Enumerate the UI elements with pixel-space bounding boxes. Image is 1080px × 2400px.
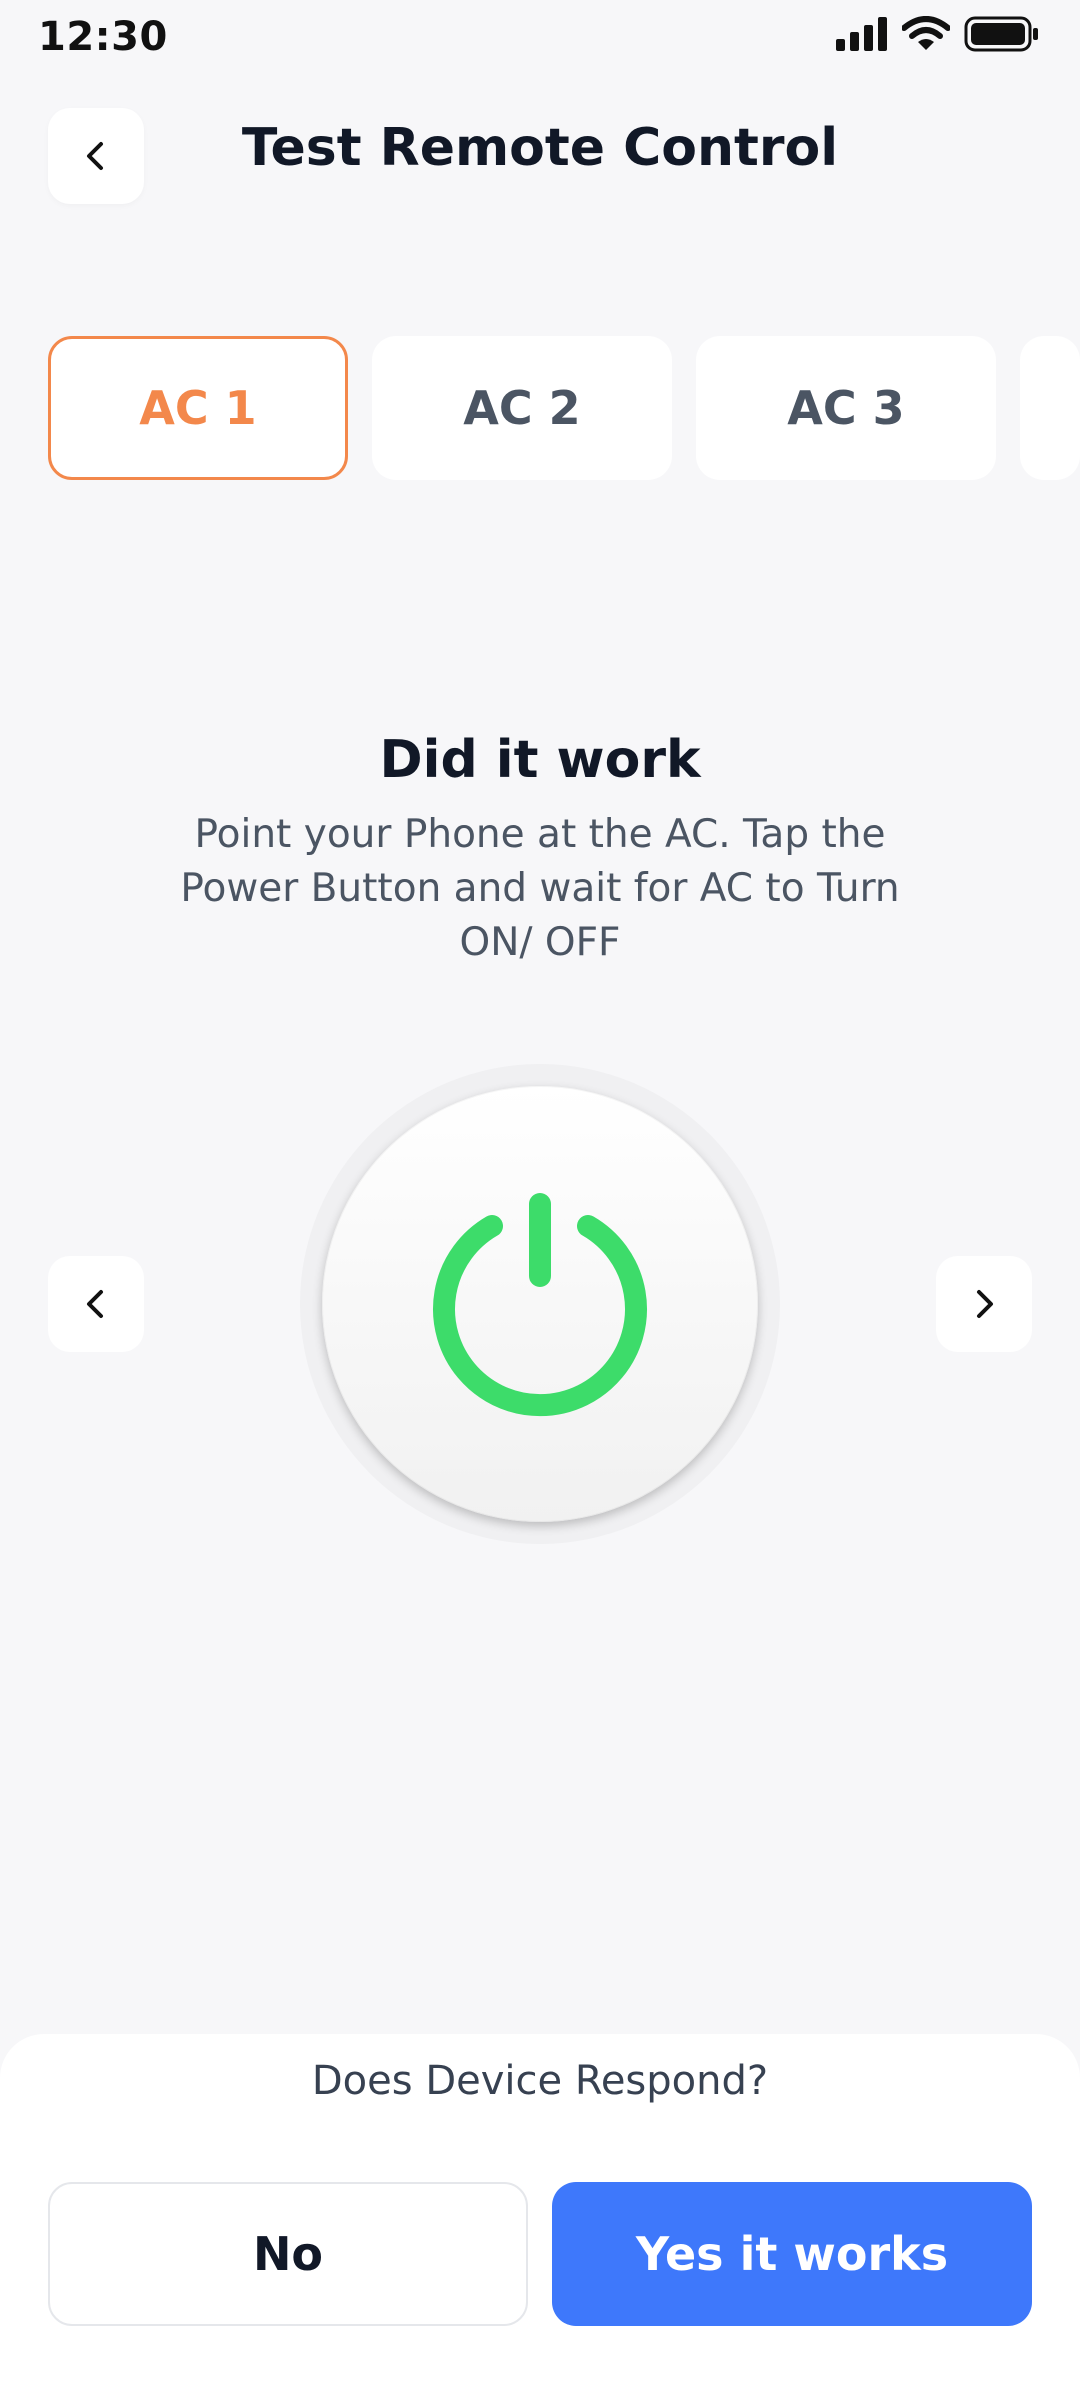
no-button[interactable]: No — [48, 2182, 528, 2326]
tab-ac-3[interactable]: AC 3 — [696, 336, 996, 480]
signal-icon — [836, 17, 887, 51]
next-button[interactable] — [936, 1256, 1032, 1352]
instruction-text: Point your Phone at the AC. Tap the Powe… — [180, 812, 900, 965]
page-title: Test Remote Control — [241, 118, 839, 178]
status-time: 12:30 — [38, 14, 168, 60]
previous-button[interactable] — [48, 1256, 144, 1352]
wifi-icon — [902, 16, 950, 50]
chevron-left-icon — [87, 1290, 103, 1318]
response-question: Does Device Respond? — [311, 2058, 769, 2104]
battery-icon — [964, 16, 1038, 52]
status-icons — [836, 16, 1040, 52]
chevron-right-icon — [977, 1290, 993, 1318]
ac-tabs: AC 1 AC 2 AC 3 — [48, 336, 1080, 480]
yes-it-works-button[interactable]: Yes it works — [552, 2182, 1032, 2326]
tab-ac-2[interactable]: AC 2 — [372, 336, 672, 480]
tab-ac-1[interactable]: AC 1 — [48, 336, 348, 480]
instruction-title: Did it work — [379, 730, 701, 790]
power-icon — [433, 1193, 647, 1417]
power-button[interactable] — [322, 1086, 758, 1522]
tab-ac-4-partial[interactable] — [1020, 336, 1080, 480]
